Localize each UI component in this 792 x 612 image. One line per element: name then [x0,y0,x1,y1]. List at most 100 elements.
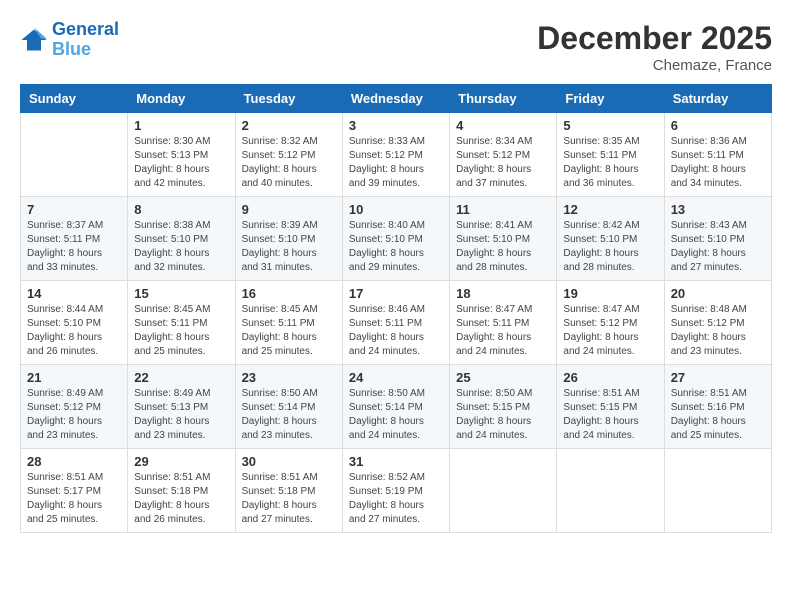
day-info: Sunrise: 8:33 AM Sunset: 5:12 PM Dayligh… [349,135,443,191]
daylight-text: Daylight: 8 hours and 24 minutes. [349,332,424,357]
day-number: 4 [456,118,550,133]
sunrise-text: Sunrise: 8:36 AM [671,136,747,147]
day-number: 16 [242,286,336,301]
calendar-cell: 3 Sunrise: 8:33 AM Sunset: 5:12 PM Dayli… [342,113,449,197]
daylight-text: Daylight: 8 hours and 27 minutes. [242,500,317,525]
sunset-text: Sunset: 5:17 PM [27,486,101,497]
daylight-text: Daylight: 8 hours and 37 minutes. [456,164,531,189]
daylight-text: Daylight: 8 hours and 29 minutes. [349,248,424,273]
sunset-text: Sunset: 5:13 PM [134,402,208,413]
calendar-cell: 23 Sunrise: 8:50 AM Sunset: 5:14 PM Dayl… [235,365,342,449]
day-info: Sunrise: 8:42 AM Sunset: 5:10 PM Dayligh… [563,219,657,275]
daylight-text: Daylight: 8 hours and 26 minutes. [27,332,102,357]
day-info: Sunrise: 8:40 AM Sunset: 5:10 PM Dayligh… [349,219,443,275]
weekday-header: Thursday [450,85,557,113]
calendar-cell: 21 Sunrise: 8:49 AM Sunset: 5:12 PM Dayl… [21,365,128,449]
calendar-cell: 18 Sunrise: 8:47 AM Sunset: 5:11 PM Dayl… [450,281,557,365]
calendar-week-row: 1 Sunrise: 8:30 AM Sunset: 5:13 PM Dayli… [21,113,772,197]
day-number: 2 [242,118,336,133]
day-info: Sunrise: 8:47 AM Sunset: 5:12 PM Dayligh… [563,303,657,359]
day-info: Sunrise: 8:37 AM Sunset: 5:11 PM Dayligh… [27,219,121,275]
day-number: 30 [242,454,336,469]
sunrise-text: Sunrise: 8:40 AM [349,220,425,231]
calendar-cell: 31 Sunrise: 8:52 AM Sunset: 5:19 PM Dayl… [342,449,449,533]
sunrise-text: Sunrise: 8:35 AM [563,136,639,147]
sunset-text: Sunset: 5:10 PM [671,234,745,245]
day-number: 27 [671,370,765,385]
sunrise-text: Sunrise: 8:44 AM [27,304,103,315]
daylight-text: Daylight: 8 hours and 27 minutes. [671,248,746,273]
day-info: Sunrise: 8:51 AM Sunset: 5:16 PM Dayligh… [671,387,765,443]
day-number: 19 [563,286,657,301]
logo-icon [20,26,48,54]
daylight-text: Daylight: 8 hours and 23 minutes. [242,416,317,441]
calendar-cell: 7 Sunrise: 8:37 AM Sunset: 5:11 PM Dayli… [21,197,128,281]
daylight-text: Daylight: 8 hours and 25 minutes. [134,332,209,357]
sunrise-text: Sunrise: 8:47 AM [456,304,532,315]
sunrise-text: Sunrise: 8:51 AM [134,472,210,483]
day-number: 13 [671,202,765,217]
calendar-cell: 27 Sunrise: 8:51 AM Sunset: 5:16 PM Dayl… [664,365,771,449]
sunrise-text: Sunrise: 8:46 AM [349,304,425,315]
sunset-text: Sunset: 5:10 PM [242,234,316,245]
sunrise-text: Sunrise: 8:50 AM [456,388,532,399]
daylight-text: Daylight: 8 hours and 24 minutes. [349,416,424,441]
day-number: 8 [134,202,228,217]
sunrise-text: Sunrise: 8:51 AM [563,388,639,399]
sunrise-text: Sunrise: 8:39 AM [242,220,318,231]
calendar-cell: 20 Sunrise: 8:48 AM Sunset: 5:12 PM Dayl… [664,281,771,365]
sunrise-text: Sunrise: 8:49 AM [134,388,210,399]
day-number: 31 [349,454,443,469]
daylight-text: Daylight: 8 hours and 28 minutes. [563,248,638,273]
day-number: 24 [349,370,443,385]
daylight-text: Daylight: 8 hours and 26 minutes. [134,500,209,525]
logo: General Blue [20,20,119,60]
sunset-text: Sunset: 5:15 PM [563,402,637,413]
day-number: 14 [27,286,121,301]
day-number: 17 [349,286,443,301]
calendar-cell: 25 Sunrise: 8:50 AM Sunset: 5:15 PM Dayl… [450,365,557,449]
sunset-text: Sunset: 5:10 PM [456,234,530,245]
sunrise-text: Sunrise: 8:30 AM [134,136,210,147]
sunset-text: Sunset: 5:15 PM [456,402,530,413]
month-title: December 2025 [537,20,772,57]
sunset-text: Sunset: 5:12 PM [242,150,316,161]
sunrise-text: Sunrise: 8:49 AM [27,388,103,399]
day-number: 29 [134,454,228,469]
day-info: Sunrise: 8:30 AM Sunset: 5:13 PM Dayligh… [134,135,228,191]
day-info: Sunrise: 8:44 AM Sunset: 5:10 PM Dayligh… [27,303,121,359]
location: Chemaze, France [537,57,772,74]
sunset-text: Sunset: 5:11 PM [134,318,207,329]
sunset-text: Sunset: 5:13 PM [134,150,208,161]
day-info: Sunrise: 8:45 AM Sunset: 5:11 PM Dayligh… [242,303,336,359]
sunset-text: Sunset: 5:16 PM [671,402,745,413]
calendar-cell [664,449,771,533]
calendar-cell: 15 Sunrise: 8:45 AM Sunset: 5:11 PM Dayl… [128,281,235,365]
day-info: Sunrise: 8:47 AM Sunset: 5:11 PM Dayligh… [456,303,550,359]
sunset-text: Sunset: 5:18 PM [134,486,208,497]
daylight-text: Daylight: 8 hours and 28 minutes. [456,248,531,273]
day-info: Sunrise: 8:43 AM Sunset: 5:10 PM Dayligh… [671,219,765,275]
sunrise-text: Sunrise: 8:47 AM [563,304,639,315]
sunset-text: Sunset: 5:12 PM [27,402,101,413]
daylight-text: Daylight: 8 hours and 42 minutes. [134,164,209,189]
calendar-cell [21,113,128,197]
day-number: 28 [27,454,121,469]
daylight-text: Daylight: 8 hours and 27 minutes. [349,500,424,525]
sunrise-text: Sunrise: 8:41 AM [456,220,532,231]
weekday-header: Tuesday [235,85,342,113]
calendar-cell: 19 Sunrise: 8:47 AM Sunset: 5:12 PM Dayl… [557,281,664,365]
weekday-header: Sunday [21,85,128,113]
day-number: 23 [242,370,336,385]
daylight-text: Daylight: 8 hours and 24 minutes. [456,332,531,357]
calendar-cell: 24 Sunrise: 8:50 AM Sunset: 5:14 PM Dayl… [342,365,449,449]
day-info: Sunrise: 8:39 AM Sunset: 5:10 PM Dayligh… [242,219,336,275]
daylight-text: Daylight: 8 hours and 32 minutes. [134,248,209,273]
day-number: 22 [134,370,228,385]
day-number: 11 [456,202,550,217]
sunrise-text: Sunrise: 8:50 AM [349,388,425,399]
sunset-text: Sunset: 5:11 PM [563,150,636,161]
sunrise-text: Sunrise: 8:38 AM [134,220,210,231]
day-info: Sunrise: 8:50 AM Sunset: 5:14 PM Dayligh… [242,387,336,443]
sunrise-text: Sunrise: 8:45 AM [134,304,210,315]
